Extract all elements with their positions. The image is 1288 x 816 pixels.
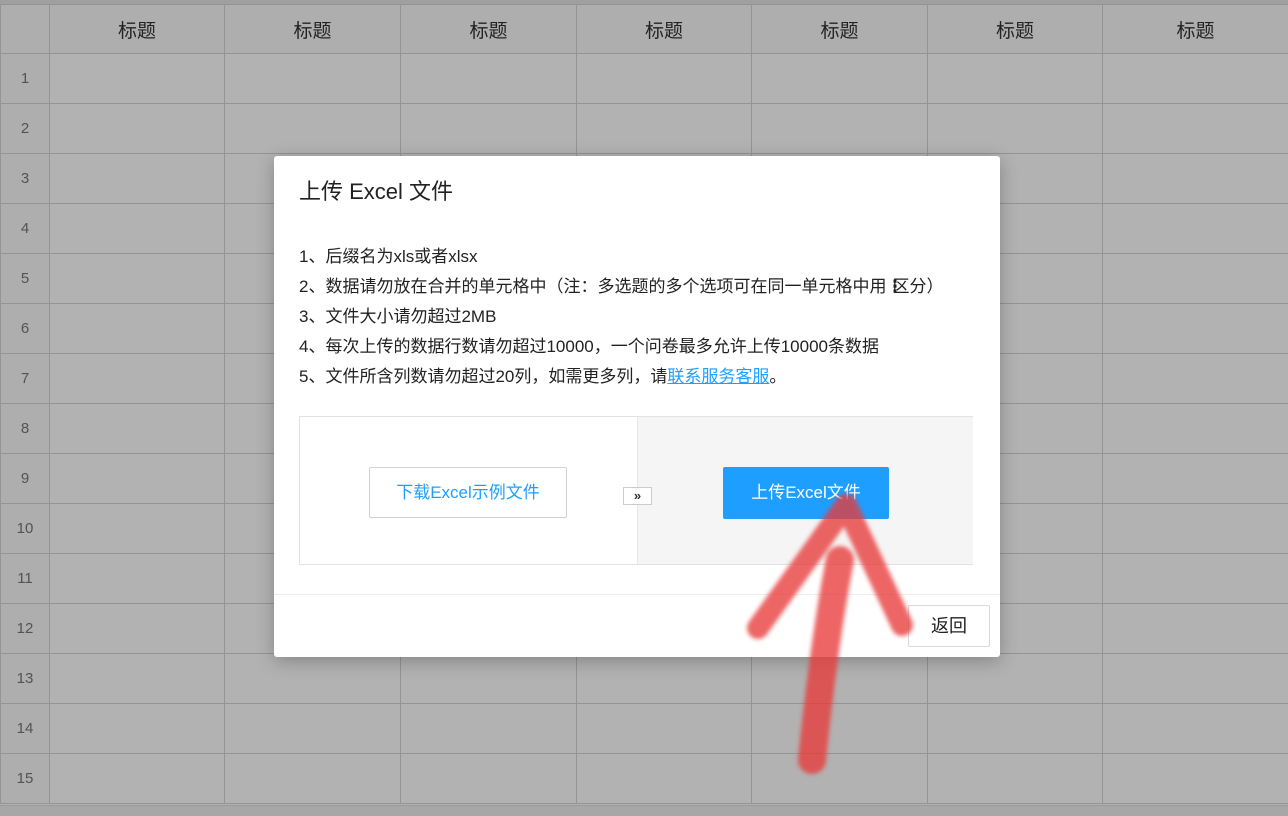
rule-text: 4、每次上传的数据行数请勿超过10000，一个问卷最多允许上传10000条数据 [299,337,879,356]
upload-section: 上传Excel文件 [637,417,973,564]
back-button[interactable]: 返回 [908,605,990,647]
download-section: 下载Excel示例文件 [300,417,637,564]
rule-item: 2、数据请勿放在合并的单元格中（注：多选题的多个选项可在同一单元格中用⋮区分） [299,272,943,302]
upload-excel-dialog: 上传 Excel 文件 1、后缀名为xls或者xlsx 2、数据请勿放在合并的单… [274,156,1000,657]
rule-text: 5、文件所含列数请勿超过20列，如需更多列，请 [299,367,668,386]
rule-text-suffix: 区分） [892,277,944,296]
rule-item: 5、文件所含列数请勿超过20列，如需更多列，请联系服务客服。 [299,362,943,392]
rule-text-suffix: 。 [769,367,787,386]
download-sample-button[interactable]: 下载Excel示例文件 [369,467,567,518]
rule-item: 1、后缀名为xls或者xlsx [299,242,943,272]
rule-text: 1、后缀名为xls或者xlsx [299,247,478,266]
rule-text: 3、文件大小请勿超过2MB [299,307,497,326]
double-chevron-right-icon: » [623,487,652,505]
footer-divider [274,594,1000,595]
rule-text: 2、数据请勿放在合并的单元格中（注：多选题的多个选项可在同一单元格中用 [299,277,887,296]
rule-item: 3、文件大小请勿超过2MB [299,302,943,332]
dialog-title: 上传 Excel 文件 [299,179,454,204]
rule-item: 4、每次上传的数据行数请勿超过10000，一个问卷最多允许上传10000条数据 [299,332,943,362]
upload-excel-button[interactable]: 上传Excel文件 [723,467,889,519]
upload-panel: 下载Excel示例文件 上传Excel文件 » [299,416,973,565]
contact-support-link[interactable]: 联系服务客服 [667,367,769,386]
upload-rules-list: 1、后缀名为xls或者xlsx 2、数据请勿放在合并的单元格中（注：多选题的多个… [299,242,943,392]
